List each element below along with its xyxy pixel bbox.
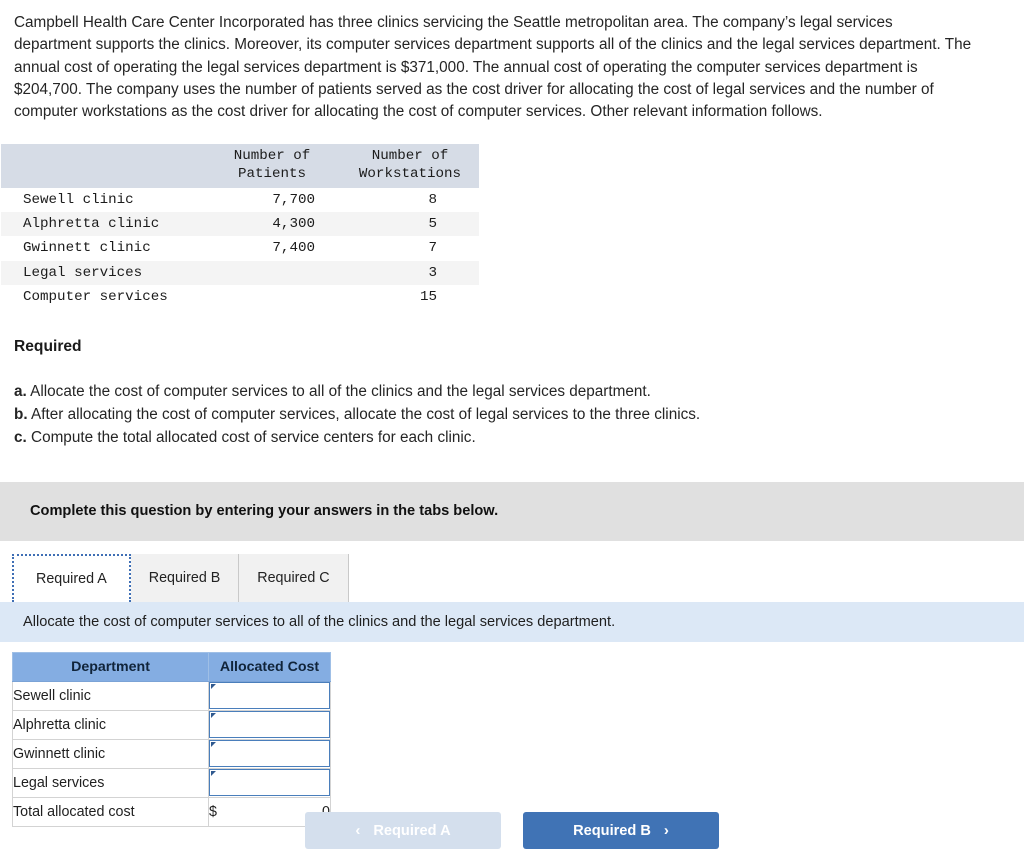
table-row: Gwinnett clinic <box>12 739 331 769</box>
allocated-cost-input-gwinnett[interactable] <box>209 740 330 768</box>
row-patients: 7,700 <box>272 192 315 209</box>
row-patients <box>203 260 341 285</box>
required-item-b: b. After allocating the cost of computer… <box>14 403 1024 426</box>
row-label: Gwinnett clinic <box>23 240 151 257</box>
header-number-of-patients: Number of Patients <box>203 143 341 189</box>
next-required-b-button[interactable]: Required B › <box>523 812 719 849</box>
header-line-1: Number of <box>371 147 449 164</box>
blank-header-cell <box>1 143 203 189</box>
department-label-sewell: Sewell clinic <box>12 681 209 711</box>
department-label-gwinnett: Gwinnett clinic <box>12 739 209 769</box>
tab-required-b[interactable]: Required B <box>130 553 240 602</box>
row-workstations: 15 <box>419 288 437 305</box>
required-text-a: Allocate the cost of computer services t… <box>30 382 651 400</box>
problem-narrative: Campbell Health Care Center Incorporated… <box>14 14 972 121</box>
required-text-c: Compute the total allocated cost of serv… <box>31 429 476 447</box>
tab-required-c[interactable]: Required C <box>239 553 349 602</box>
required-marker-c: c. <box>14 429 27 447</box>
header-number-of-workstations: Number of Workstations <box>341 143 479 189</box>
given-data-table-container: Number of Patients Number of Workstation… <box>0 143 1024 309</box>
table-row: Legal services <box>12 768 331 798</box>
requirement-a-instruction-banner: Allocate the cost of computer services t… <box>0 601 1024 642</box>
table-row: Computer services 15 <box>1 285 479 309</box>
row-patients: 4,300 <box>203 212 341 237</box>
row-label: Sewell clinic <box>23 192 134 209</box>
allocated-cost-cell-alphretta[interactable] <box>208 710 331 740</box>
table-row: Alphretta clinic <box>12 710 331 740</box>
next-button-label: Required B <box>573 822 651 839</box>
tab-required-a[interactable]: Required A <box>12 553 131 602</box>
row-patients <box>203 285 341 309</box>
table-header-row: Number of Patients Number of Workstation… <box>1 143 479 189</box>
department-label-alphretta: Alphretta clinic <box>12 710 209 740</box>
row-label: Computer services <box>23 288 168 305</box>
table-row: Legal services 3 <box>1 260 479 285</box>
chevron-right-icon: › <box>663 822 669 839</box>
allocated-cost-input-sewell[interactable] <box>209 682 330 710</box>
row-patients: 7,400 <box>272 240 315 257</box>
tab-label: Required B <box>148 569 221 586</box>
required-item-a: a. Allocate the cost of computer service… <box>14 380 1024 403</box>
allocation-answer-table: Department Allocated Cost Sewell clinic … <box>12 651 331 827</box>
header-line-2: Patients <box>237 166 307 183</box>
navigation-buttons: ‹ Required A Required B › <box>0 812 1024 849</box>
allocation-answer-table-container: Department Allocated Cost Sewell clinic … <box>12 651 1024 827</box>
given-data-table: Number of Patients Number of Workstation… <box>1 143 479 309</box>
required-items-list: a. Allocate the cost of computer service… <box>14 380 1024 450</box>
row-workstations: 8 <box>428 192 437 209</box>
required-item-c: c. Compute the total allocated cost of s… <box>14 426 1024 449</box>
required-marker-b: b. <box>14 406 28 424</box>
table-row: Alphretta clinic 4,300 5 <box>1 212 479 237</box>
allocated-cost-cell-gwinnett[interactable] <box>208 739 331 769</box>
previous-button-label: Required A <box>373 822 451 839</box>
header-line-1: Number of <box>233 147 311 164</box>
tab-label: Required C <box>257 569 330 586</box>
required-heading: Required <box>14 337 82 355</box>
table-row: Sewell clinic 7,700 8 <box>1 188 479 212</box>
column-header-department: Department <box>12 651 209 682</box>
header-line-2: Workstations <box>358 166 462 183</box>
row-workstations: 3 <box>341 260 479 285</box>
requirement-tabs: Required A Required B Required C <box>0 553 1024 602</box>
row-label: Alphretta clinic <box>1 212 203 237</box>
complete-question-text: Complete this question by entering your … <box>30 503 499 520</box>
department-label-legal-services: Legal services <box>12 768 209 798</box>
tab-label: Required A <box>36 570 107 587</box>
complete-question-banner: Complete this question by entering your … <box>0 481 1024 541</box>
required-marker-a: a. <box>14 382 27 400</box>
column-header-allocated-cost: Allocated Cost <box>208 651 331 682</box>
required-text-b: After allocating the cost of computer se… <box>31 406 701 424</box>
requirement-a-instruction-text: Allocate the cost of computer services t… <box>23 613 616 630</box>
row-workstations: 7 <box>428 240 437 257</box>
allocated-cost-cell-legal-services[interactable] <box>208 768 331 798</box>
allocated-cost-cell-sewell[interactable] <box>208 681 331 711</box>
allocated-cost-input-legal-services[interactable] <box>209 769 330 797</box>
answer-header-row: Department Allocated Cost <box>12 651 331 682</box>
row-workstations: 5 <box>341 212 479 237</box>
row-label: Legal services <box>1 260 203 285</box>
allocated-cost-input-alphretta[interactable] <box>209 711 330 739</box>
table-row: Gwinnett clinic 7,400 7 <box>1 236 479 260</box>
previous-required-a-button[interactable]: ‹ Required A <box>305 812 501 849</box>
chevron-left-icon: ‹ <box>355 822 361 839</box>
table-row: Sewell clinic <box>12 681 331 711</box>
